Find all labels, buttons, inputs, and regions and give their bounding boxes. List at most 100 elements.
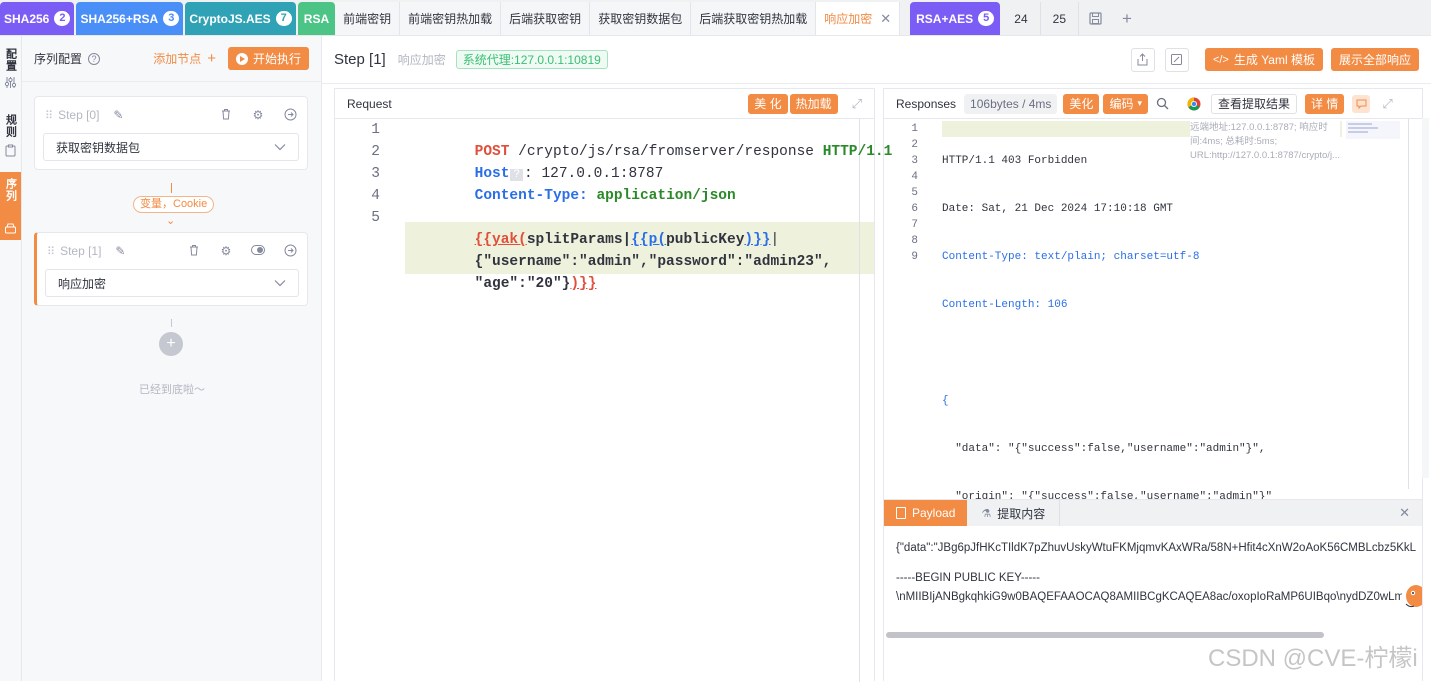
subtab-label: 后端获取密钥 [509,12,582,26]
request-editor[interactable]: 1 2 3 4 5 POST /crypto/js/rsa/fromserver… [335,119,892,682]
view-extract-button[interactable]: 查看提取结果 [1210,93,1297,114]
tab-payload[interactable]: Payload [884,500,968,526]
main-area: Step [1] 响应加密 系统代理:127.0.0.1:10819 </> 生… [322,36,1431,682]
header-value: application/json [587,188,736,204]
step-title: Step [1] [334,51,386,68]
tab-group-rsa[interactable]: RSA [297,2,336,35]
edit-square-icon[interactable] [1164,47,1189,72]
gear-icon[interactable]: ⚙ [219,244,233,258]
sequence-header: 序列配置 ? 添加节点 + 开始执行 [22,36,321,82]
add-node-button[interactable]: 添加节点 + [153,50,216,67]
step-name: 响应加密 [397,53,446,67]
encode-dropdown[interactable]: 编码 ▾ [1103,93,1148,114]
tab-label: CryptoJS.AES [189,11,271,26]
gear-icon[interactable]: ⚙ [251,108,265,122]
start-run-button[interactable]: 开始执行 [227,47,309,70]
show-all-label: 展示全部响应 [1338,53,1411,67]
trash-icon[interactable] [187,244,201,258]
subtab-label: 前端密钥热加载 [408,12,493,26]
arrow-right-circle-icon[interactable] [283,244,297,258]
end-of-list-text: 已经到底啦～ [139,384,205,396]
drag-handle-icon[interactable]: ⠿ [47,245,55,258]
detail-button[interactable]: 详 情 [1305,93,1345,114]
proxy-badge: 系统代理:127.0.0.1:10819 [455,50,608,69]
subtab-get-key-packet[interactable]: 获取密钥数据包 [590,2,692,35]
edit-icon[interactable]: ✎ [113,244,127,258]
close-icon[interactable]: ✕ [1387,500,1422,526]
layers-icon [4,222,17,235]
generate-yaml-button[interactable]: </> 生成 Yaml 模板 [1204,48,1323,71]
subtab-label: 获取密钥数据包 [598,12,683,26]
tab-group-rsa-aes[interactable]: RSA+AES 5 [910,2,1001,35]
generate-yaml-label: 生成 Yaml 模板 [1233,53,1315,67]
step-0-select[interactable]: 获取密钥数据包 [43,133,299,161]
expand-icon[interactable]: ⤢ [1382,96,1392,112]
connector-line [171,319,172,327]
sliders-icon [4,76,17,89]
tab-label: 24 [1014,11,1028,26]
tab-group-sha256[interactable]: SHA256 2 [0,2,75,35]
variable-cookie-badge: 变量，Cookie [133,196,215,213]
chevron-down-icon [274,276,286,290]
add-tab-icon[interactable]: + [1112,2,1142,35]
beautify-label: 美 化 [754,97,782,111]
vertical-scrollbar[interactable] [1422,118,1429,478]
date-header-line: Date: Sat, 21 Dec 2024 17:10:18 GMT [942,203,1174,215]
remote-info-text: 远端地址:127.0.0.1:8787; 响应时间:4ms; 总耗时:5ms; … [1190,122,1340,161]
help-icon[interactable]: ? [88,52,101,65]
subtab-label: 后端获取密钥热加载 [699,12,808,26]
save-icon[interactable] [1078,2,1112,35]
detail-label: 详 情 [1311,97,1339,111]
json-line: "data": "{"success":false,"username":"ad… [942,443,1266,455]
step-header: Step [1] 响应加密 系统代理:127.0.0.1:10819 </> 生… [322,36,1431,84]
tab-25[interactable]: 25 [1039,2,1078,35]
proxy-label: 系统代理:127.0.0.1:10819 [462,53,601,67]
hotload-button[interactable]: 热加载 [789,93,838,114]
beautify-button[interactable]: 美 化 [748,93,788,114]
mascot-icon [1404,582,1422,608]
plus-icon: + [166,335,176,352]
response-panel: Responses 106bytes / 4ms 美化 编码 ▾ 查看提取结果 详… [883,88,1423,682]
hotload-label: 热加载 [795,97,832,111]
rail-item-config[interactable]: 配置 [0,42,21,98]
chevron-down-icon [274,140,286,154]
toggle-icon[interactable] [251,244,265,258]
step-label: Step [1] [60,244,102,258]
chrome-icon[interactable] [1187,97,1201,111]
encode-label: 编码 [1109,97,1134,111]
tab-label: SHA256 [4,11,50,26]
tab-extract[interactable]: ⚗ 提取内容 [967,500,1061,526]
subtab-label: 响应加密 [824,12,873,26]
close-icon[interactable]: ✕ [880,11,891,27]
arrow-right-circle-icon[interactable] [283,108,297,122]
subtab-response-encrypt[interactable]: 响应加密 ✕ [816,2,901,35]
tab-group-cryptojs-aes[interactable]: CryptoJS.AES 7 [185,2,296,35]
step-card-1: ⠿ Step [1] ✎ ⚙ 响应加密 [34,232,308,306]
drag-handle-icon[interactable]: ⠿ [45,109,53,122]
expand-icon[interactable]: ⤢ [852,96,862,112]
show-all-responses-button[interactable]: 展示全部响应 [1330,48,1419,71]
subtab-frontend-key-hotload[interactable]: 前端密钥热加载 [400,2,502,35]
plus-icon: + [207,50,216,67]
edit-icon[interactable]: ✎ [111,108,125,122]
tab-group-sha256-rsa[interactable]: SHA256+RSA 3 [76,2,184,35]
step-1-select[interactable]: 响应加密 [45,269,299,297]
step-card-header: ⠿ Step [1] ✎ ⚙ [37,233,307,269]
view-extract-label: 查看提取结果 [1217,97,1290,111]
start-run-label: 开始执行 [252,52,301,66]
subtab-backend-key[interactable]: 后端获取密钥 [501,2,591,35]
rail-label: 序列 [4,178,17,202]
comment-icon[interactable] [1352,94,1371,113]
response-editor[interactable]: 123456789 HTTP/1.1 403 Forbidden Date: S… [884,119,1422,499]
subtab-backend-key-hotload[interactable]: 后端获取密钥热加载 [691,2,817,35]
beautify-button[interactable]: 美化 [1063,93,1100,114]
tab-24[interactable]: 24 [1002,2,1039,35]
trash-icon[interactable] [219,108,233,122]
search-icon[interactable] [1156,97,1169,110]
step-label: Step [0] [58,108,100,122]
chevron-down-icon: ▾ [1137,98,1142,108]
subtab-frontend-key[interactable]: 前端密钥 [335,2,401,35]
payload-text-2: -----BEGIN PUBLIC KEY----- [896,572,1040,584]
add-step-button[interactable]: + [159,332,183,356]
share-icon[interactable] [1130,47,1155,72]
